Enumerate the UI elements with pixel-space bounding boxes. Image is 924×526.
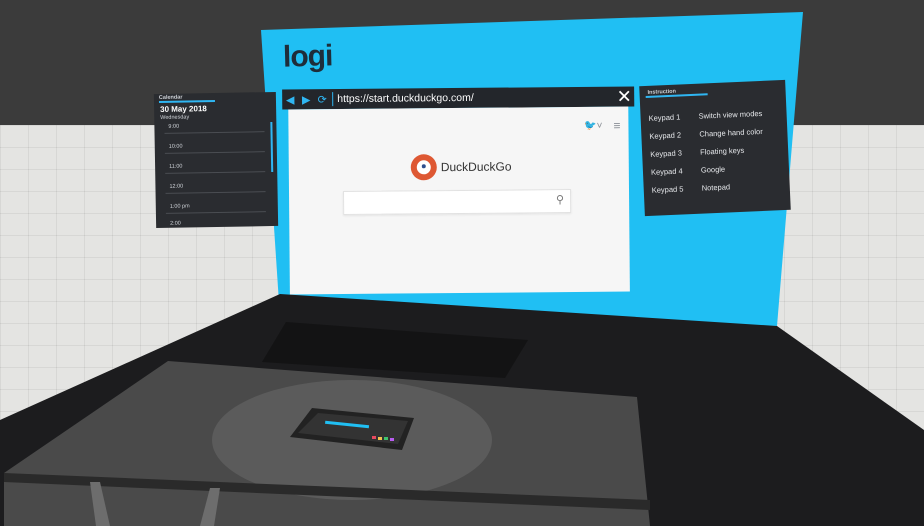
calendar-divider (165, 171, 266, 174)
instruction-key: Keypad 2 (649, 130, 682, 141)
calendar-hour: 10:00 (168, 143, 183, 150)
instruction-action: Floating keys (699, 145, 745, 157)
close-icon[interactable]: ✕ (614, 86, 634, 106)
calendar-divider (165, 211, 266, 214)
twitter-icon[interactable]: 🐦˅ (584, 121, 602, 132)
calendar-scrollbar[interactable] (270, 122, 274, 173)
instruction-action: Switch view modes (698, 108, 763, 121)
forward-arrow-icon[interactable]: ▶ (298, 91, 314, 107)
browser-window: ◀ ▶ ⟳ https://start.duckduckgo.com/ ✕ 🐦˅… (282, 86, 636, 295)
calendar-tab-underline (158, 100, 215, 103)
instruction-key: Keypad 5 (651, 184, 684, 195)
keyboard-key-green (384, 437, 388, 440)
instruction-action: Notepad (701, 182, 731, 193)
keyboard-key-yellow (378, 437, 382, 440)
calendar-hour: 11:00 (169, 163, 183, 170)
duckduckgo-brand: DuckDuckGo (410, 154, 512, 181)
logi-logo: logi (282, 39, 333, 74)
calendar-divider (164, 131, 265, 134)
instruction-key: Keypad 4 (650, 166, 683, 177)
instruction-key: Keypad 3 (650, 148, 683, 159)
search-icon[interactable]: ⚲ (556, 193, 564, 206)
keyboard-key-red (372, 436, 376, 439)
calendar-panel: Calendar 30 May 2018 Wednesday 9:00 10:0… (153, 91, 279, 229)
instruction-panel: Instruction Keypad 1 Switch view modes K… (639, 79, 791, 217)
duck-face-icon (416, 160, 431, 175)
calendar-hour: 9:00 (168, 123, 180, 130)
calendar-divider (164, 151, 265, 154)
calendar-hour: 2:00 (170, 220, 181, 227)
brand-name: DuckDuckGo (440, 159, 512, 175)
duckduckgo-logo-icon (410, 154, 437, 181)
instruction-action: Change hand color (699, 126, 763, 139)
address-input[interactable]: https://start.duckduckgo.com/ (337, 91, 614, 105)
hamburger-menu-icon[interactable]: ≡ (613, 119, 620, 133)
browser-page: 🐦˅ ≡ DuckDuckGo ⚲ (288, 106, 630, 295)
back-arrow-icon[interactable]: ◀ (282, 91, 298, 107)
instruction-action: Google (700, 164, 726, 175)
keyboard-key-purple (390, 438, 394, 441)
calendar-hour: 1:00 pm (169, 203, 190, 210)
url-separator (332, 92, 334, 107)
instruction-key: Keypad 1 (648, 112, 681, 123)
calendar-divider (165, 191, 266, 194)
calendar-weekday: Wednesday (160, 114, 190, 121)
refresh-icon[interactable]: ⟳ (314, 91, 330, 107)
search-input[interactable]: ⚲ (343, 189, 572, 216)
calendar-date: 30 May 2018 (160, 104, 207, 114)
calendar-hour: 12:00 (169, 183, 184, 190)
vr-scene: logi ◀ ▶ ⟳ https://start.duckduckgo.com/… (0, 0, 924, 526)
